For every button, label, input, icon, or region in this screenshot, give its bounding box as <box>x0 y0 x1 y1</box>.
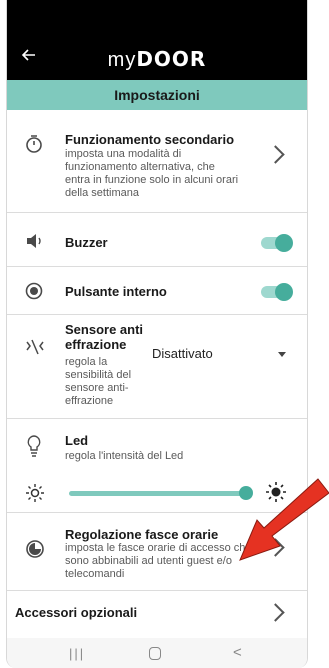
annotation-arrow <box>239 478 329 561</box>
